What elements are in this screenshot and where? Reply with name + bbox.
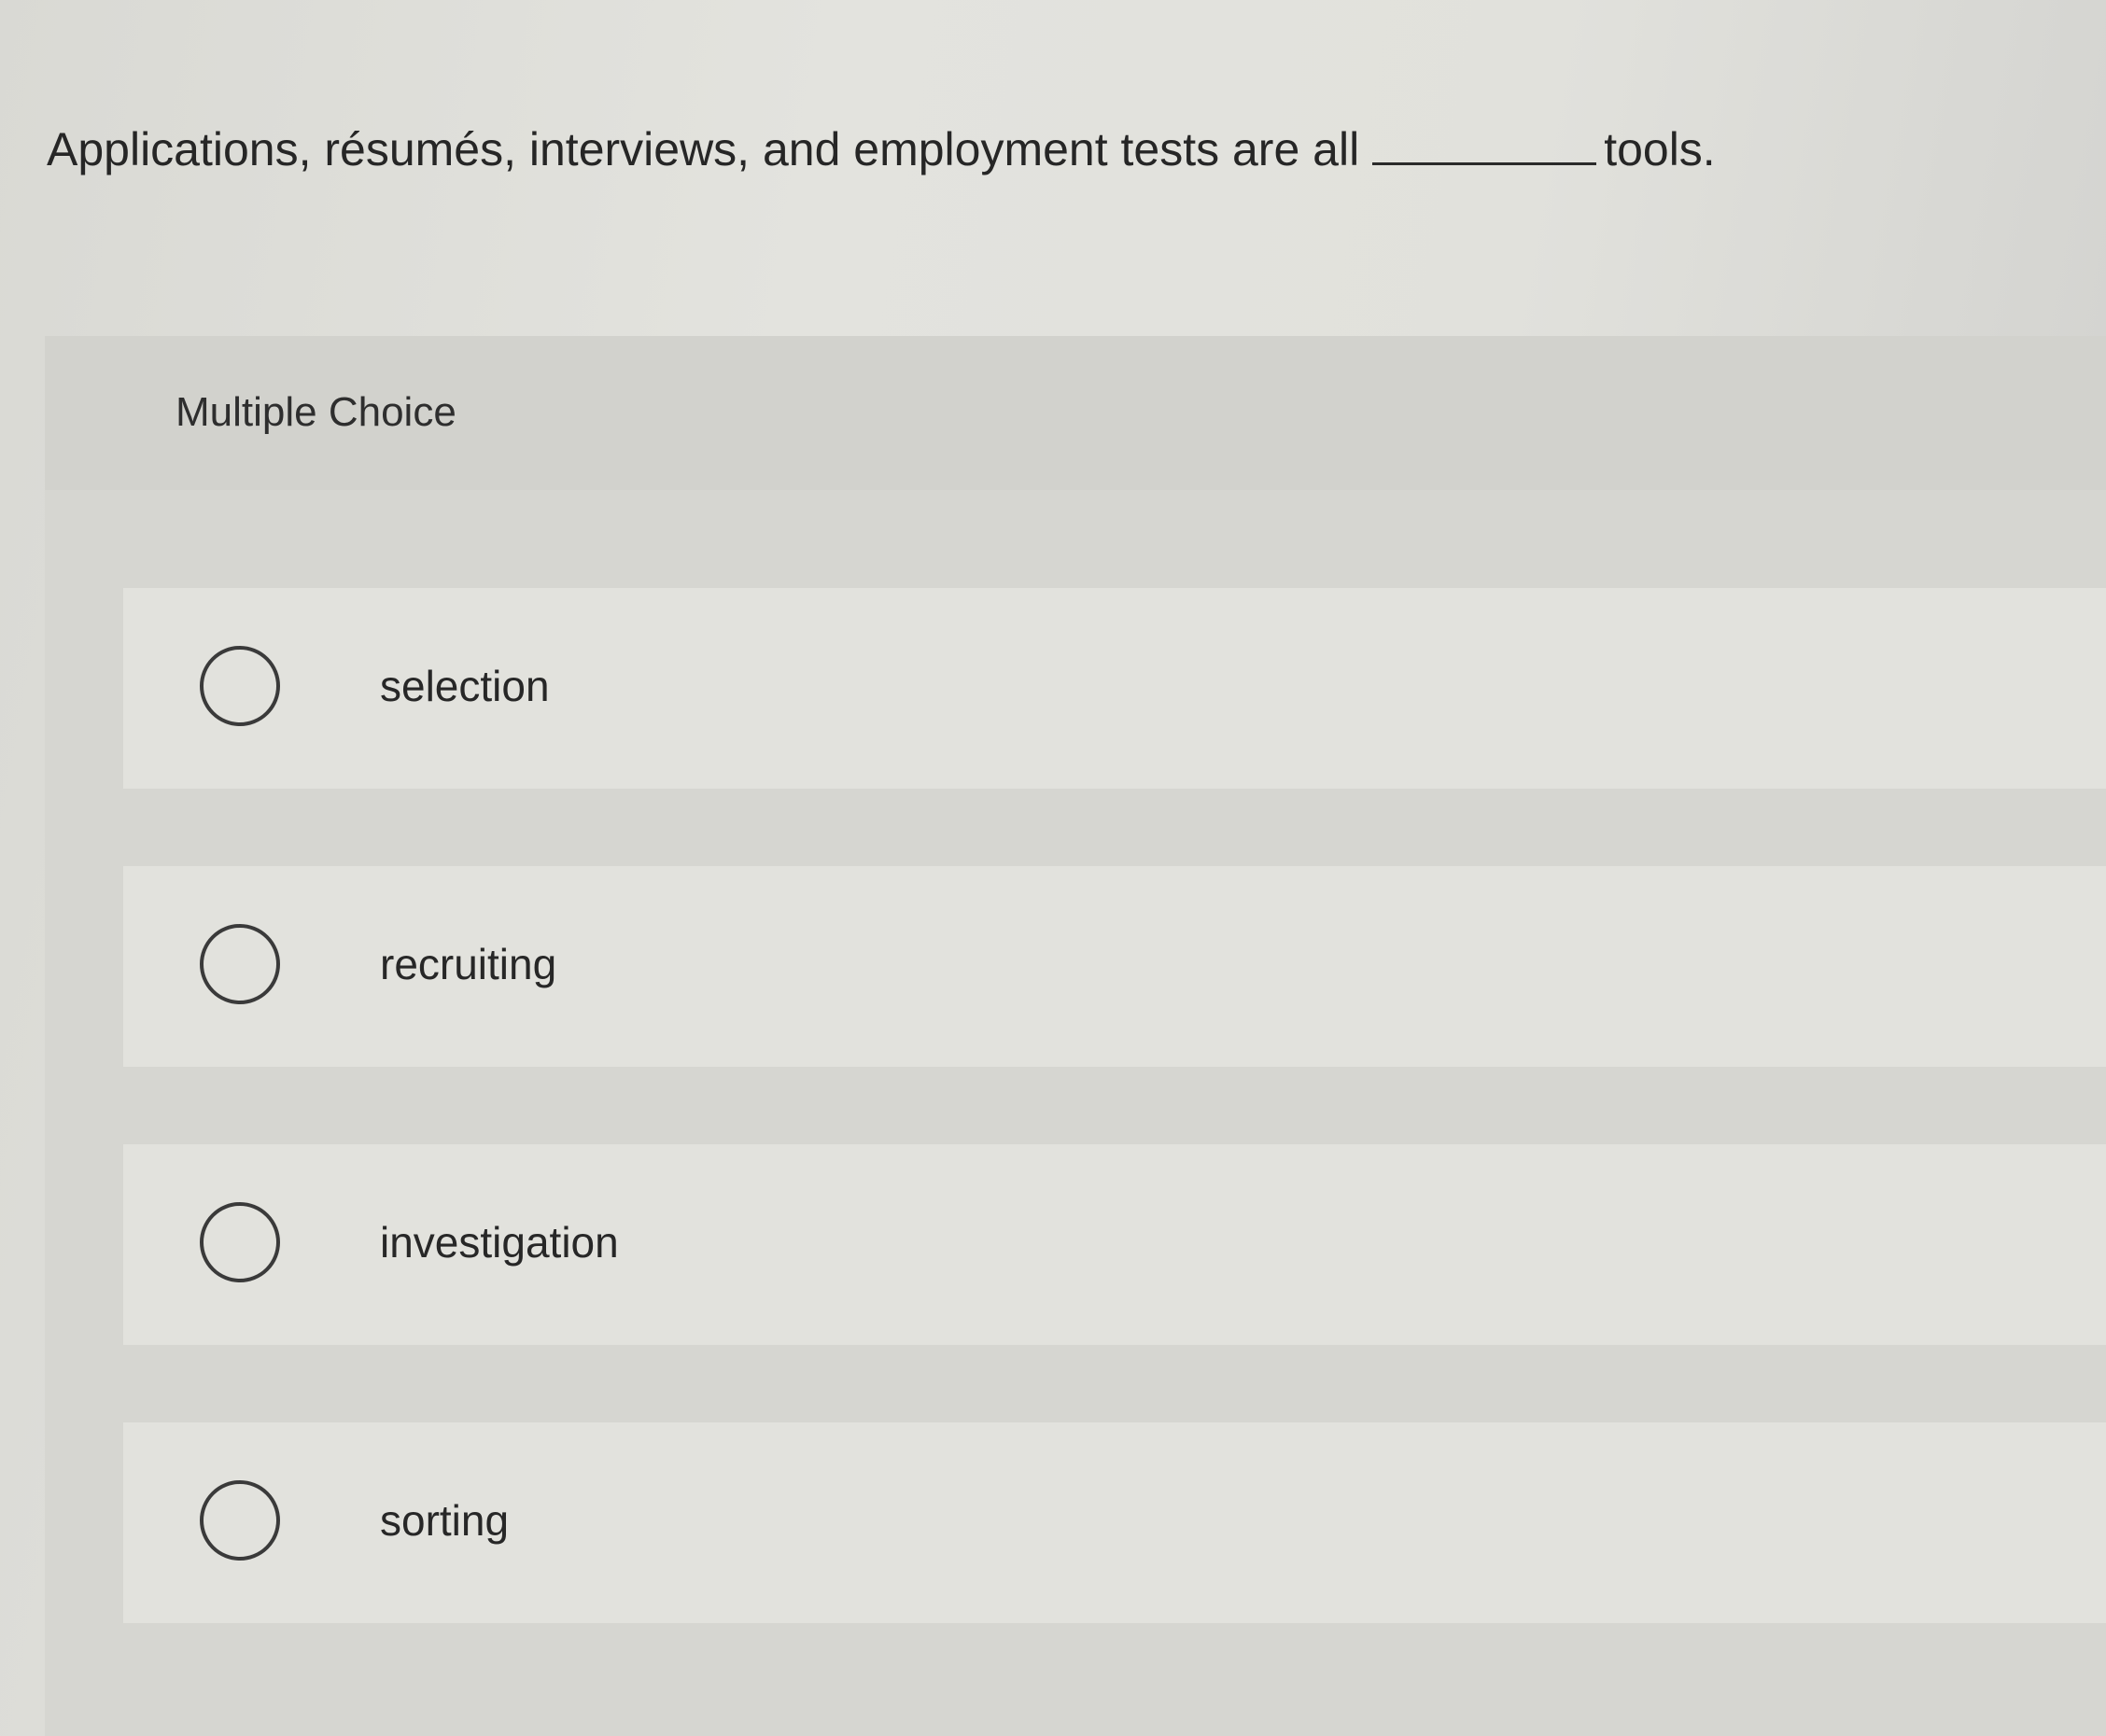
option-label[interactable]: recruiting [380,937,556,991]
option-selection[interactable]: selection [123,588,2106,789]
radio-button-icon[interactable] [200,1480,280,1561]
option-label[interactable]: investigation [380,1215,619,1269]
radio-button-icon[interactable] [200,1202,280,1282]
option-label[interactable]: selection [380,659,550,713]
question-text-before: Applications, résumés, interviews, and e… [47,123,1360,175]
option-sorting[interactable]: sorting [123,1422,2106,1623]
question-text: Applications, résumés, interviews, and e… [47,117,1716,182]
option-investigation[interactable]: investigation [123,1144,2106,1345]
answer-options: selection recruiting investigation sorti… [123,588,2106,1701]
panel-title: Multiple Choice [176,389,456,435]
answer-blank [1372,123,1597,165]
option-recruiting[interactable]: recruiting [123,866,2106,1067]
radio-button-icon[interactable] [200,646,280,726]
multiple-choice-panel: Multiple Choice selection recruiting inv… [45,336,2106,1736]
radio-button-icon[interactable] [200,924,280,1004]
option-label[interactable]: sorting [380,1493,509,1547]
panel-header: Multiple Choice [45,336,2106,490]
question-text-after: tools. [1604,123,1716,175]
